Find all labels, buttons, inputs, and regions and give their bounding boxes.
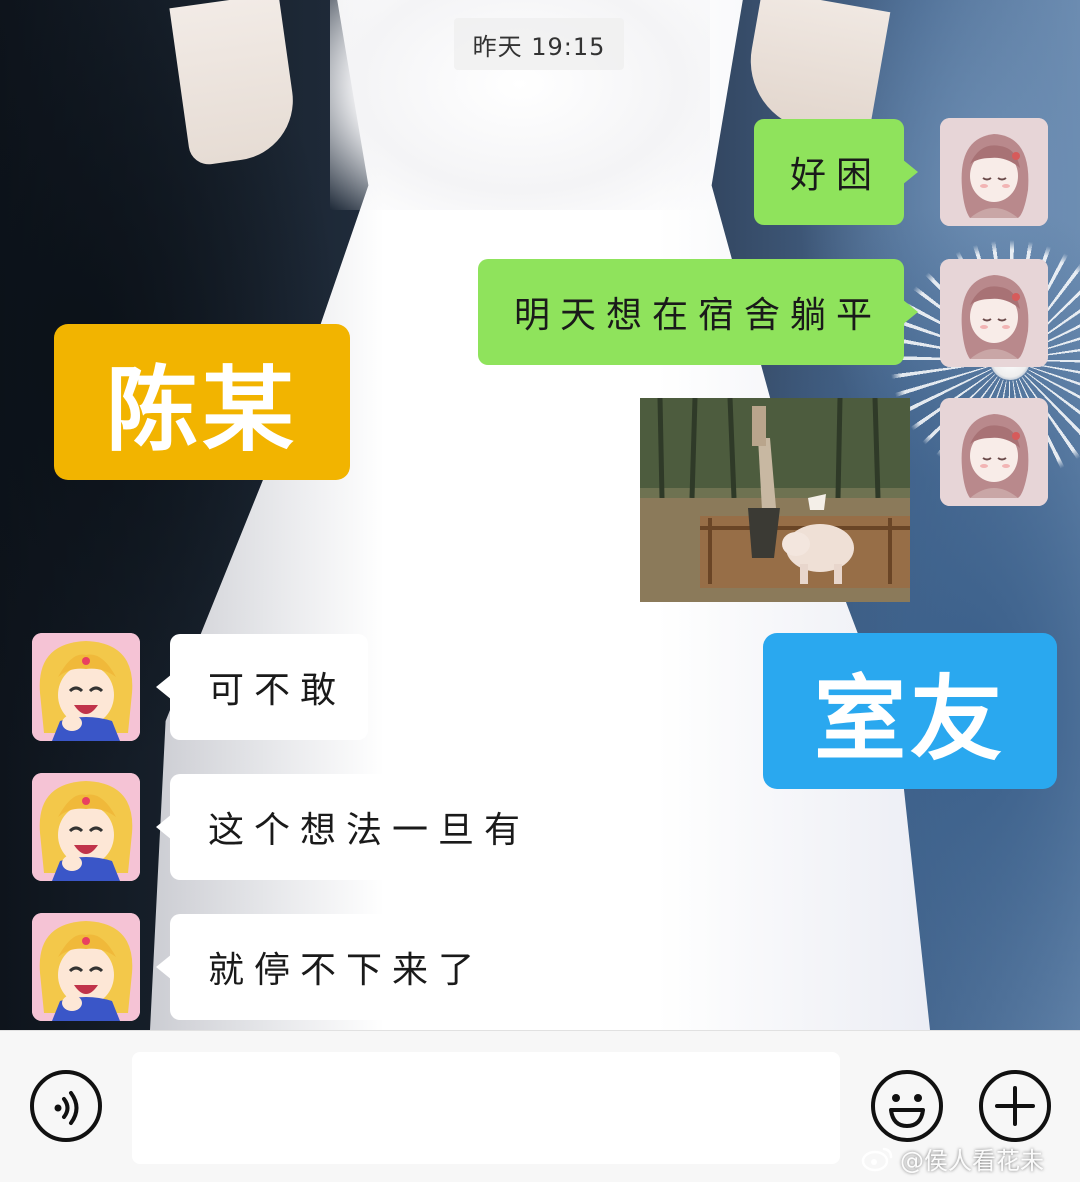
sailor-moon-avatar-icon [32,633,140,741]
contact-label-left: 陈某 [54,324,350,480]
weibo-icon [861,1147,893,1172]
incoming-message-bubble[interactable]: 就停不下来了 [155,914,507,1020]
emoji-icon [871,1070,943,1142]
sailor-moon-avatar-icon [32,773,140,881]
outgoing-message-bubble[interactable]: 明天想在宿舍躺平 [478,259,919,365]
my-avatar[interactable] [940,398,1048,506]
girl-avatar-icon [940,398,1048,506]
voice-icon [30,1070,102,1142]
sent-image-message[interactable] [640,398,910,602]
message-text: 明天想在宿舍躺平 [514,295,883,336]
outgoing-message-bubble[interactable]: 好困 [754,119,919,225]
girl-avatar-icon [940,259,1048,367]
incoming-message-bubble[interactable]: 可不敢 [155,634,369,740]
plus-icon [979,1070,1051,1142]
watermark: @侯人看花未 [860,1140,1044,1176]
friend-avatar[interactable] [32,773,140,881]
contact-label-right: 室友 [763,633,1057,789]
message-input[interactable] [132,1052,840,1164]
more-options-button[interactable] [977,1068,1053,1144]
message-text: 可不敢 [208,670,347,711]
pig-photo-image [640,398,910,602]
my-avatar[interactable] [940,259,1048,367]
message-text: 就停不下来了 [208,950,485,991]
watermark-text: @侯人看花未 [900,1146,1044,1175]
sailor-moon-avatar-icon [32,913,140,1021]
message-text: 好困 [790,155,883,196]
girl-avatar-icon [940,118,1048,226]
incoming-message-bubble[interactable]: 这个想法一旦有 [155,774,553,880]
voice-button[interactable] [28,1068,104,1144]
my-avatar[interactable] [940,118,1048,226]
friend-avatar[interactable] [32,633,140,741]
emoji-button[interactable] [869,1068,945,1144]
message-text: 这个想法一旦有 [208,810,531,851]
wallpaper-arm-left [169,0,301,167]
message-timestamp: 昨天 19:15 [454,18,624,70]
friend-avatar[interactable] [32,913,140,1021]
